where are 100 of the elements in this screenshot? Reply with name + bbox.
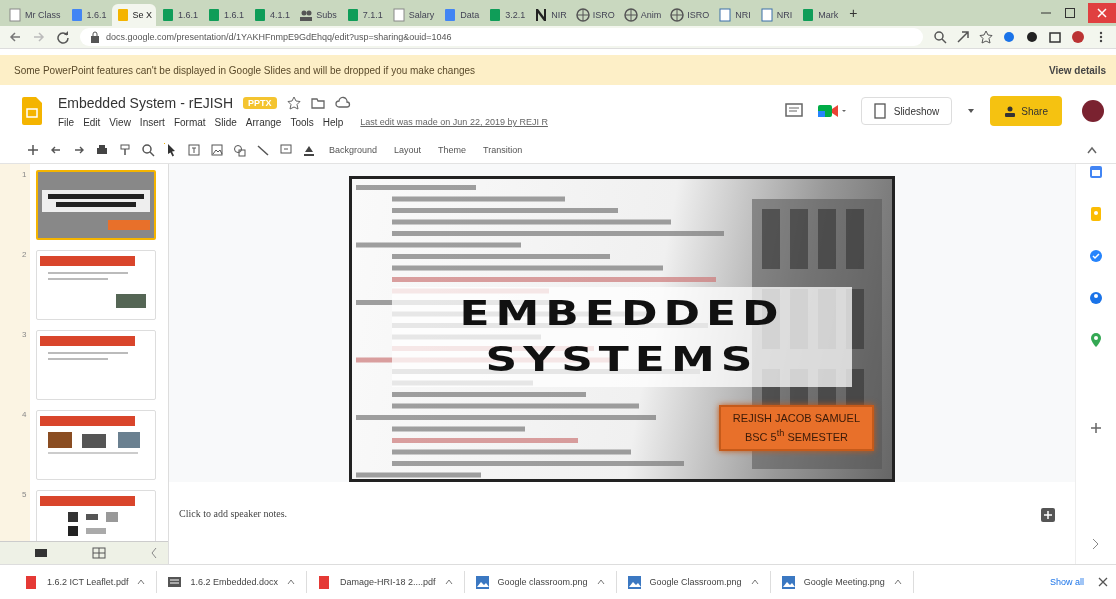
browser-tab[interactable]: Subs <box>295 4 341 26</box>
slide-thumbnail[interactable] <box>36 250 156 320</box>
speaker-notes-field[interactable]: Click to add speaker notes. <box>179 508 288 519</box>
browser-tab[interactable]: 1.6.1 <box>157 4 203 26</box>
text-box-icon[interactable] <box>187 143 201 157</box>
browser-tab[interactable]: NIR <box>530 4 571 26</box>
download-item[interactable]: 1.6.2 Embedded.docx <box>157 571 307 593</box>
browser-tab[interactable]: Mr Class <box>4 4 65 26</box>
menu-item[interactable]: View <box>109 116 131 128</box>
chevron-up-icon[interactable] <box>285 577 296 587</box>
comment-icon[interactable] <box>784 103 803 119</box>
address-field[interactable]: docs.google.com/presentation/d/1YAKHFnmpE9GdEhqq/edit?usp=sharing&ouid=1046 <box>80 28 923 46</box>
browser-tab[interactable]: 4.1.1 <box>249 4 295 26</box>
slideshow-button[interactable]: Slideshow <box>860 97 953 125</box>
spreadsheet-icon <box>207 8 222 22</box>
browser-tab[interactable]: Data <box>439 4 484 26</box>
shape-icon[interactable] <box>233 143 247 157</box>
tab-title: 1.6.1 <box>178 10 199 20</box>
reload-icon[interactable] <box>56 30 70 44</box>
download-item[interactable]: 1.6.2 ICT Leaflet.pdf <box>14 571 158 593</box>
pdf-file-icon <box>316 574 332 590</box>
download-item[interactable]: Damage-HRI-18 2....pdf <box>306 571 465 593</box>
browser-tab[interactable]: 1.6.1 <box>65 4 111 26</box>
menu-item[interactable]: File <box>58 116 75 128</box>
close-button[interactable] <box>1088 3 1116 23</box>
file-name: Google Meeting.png <box>803 577 885 587</box>
last-edit-link[interactable]: Last edit was made on Jun 22, 2019 by REJI R <box>360 117 548 127</box>
document-title[interactable]: Embedded System - rEJISH <box>58 94 234 111</box>
close-icon[interactable] <box>1098 577 1108 587</box>
menu-item[interactable]: Help <box>322 116 344 128</box>
chevron-up-icon[interactable] <box>749 577 760 587</box>
share-button[interactable]: Share <box>990 96 1062 126</box>
menu-item[interactable]: Tools <box>290 116 314 128</box>
browser-tab[interactable]: Salary <box>387 4 439 26</box>
menu-item[interactable]: Slide <box>214 116 237 128</box>
star-icon[interactable] <box>979 30 993 44</box>
browser-tab[interactable]: Mark <box>797 4 843 26</box>
search-icon[interactable] <box>933 30 947 44</box>
browser-tab[interactable]: ISRO <box>571 4 619 26</box>
toolbar-button[interactable]: Theme <box>434 145 471 155</box>
collapse-icon[interactable] <box>1086 145 1098 155</box>
avatar-icon[interactable] <box>1071 30 1085 44</box>
tab-title: ISRO <box>592 10 615 20</box>
new-tab-button[interactable]: + <box>843 5 864 21</box>
browser-tab[interactable]: ISRO <box>666 4 714 26</box>
spreadsheet-icon <box>801 8 816 22</box>
browser-tab[interactable]: 1.6.1 <box>203 4 249 26</box>
menu-item[interactable]: Format <box>173 116 206 128</box>
collapse-panel-icon[interactable] <box>150 547 158 559</box>
slide-thumbnail[interactable] <box>36 410 156 480</box>
toolbar-button[interactable]: Background <box>325 145 382 155</box>
browser-tab[interactable]: Anim <box>619 4 666 26</box>
slide-thumbnail[interactable] <box>36 490 156 541</box>
image-icon[interactable] <box>210 143 224 157</box>
video-call-icon[interactable] <box>816 103 847 119</box>
add-icon[interactable] <box>26 143 40 157</box>
globe-icon <box>670 8 685 22</box>
chevron-up-icon[interactable] <box>136 577 147 587</box>
view-details-link[interactable]: View details <box>1048 64 1106 76</box>
folder-icon[interactable] <box>310 95 325 110</box>
browser-tab[interactable]: 7.1.1 <box>341 4 387 26</box>
download-item[interactable]: Google Meeting.png <box>770 571 914 593</box>
browser-tab[interactable]: 3.2.1 <box>484 4 530 26</box>
tab-title: NRI <box>776 10 793 20</box>
zoom-icon[interactable] <box>141 143 155 157</box>
spreadsheet-icon <box>161 8 176 22</box>
slide-thumbnail[interactable] <box>36 330 156 400</box>
paint-format-icon[interactable] <box>118 143 132 157</box>
browser-tab[interactable]: NRI <box>714 4 755 26</box>
print-icon[interactable] <box>95 143 109 157</box>
chevron-up-icon[interactable] <box>443 577 454 587</box>
show-all-button[interactable]: Show all <box>1043 576 1090 588</box>
share-icon[interactable] <box>956 30 970 44</box>
back-icon[interactable] <box>8 30 22 44</box>
people-icon <box>299 8 314 22</box>
browser-tab[interactable]: NRI <box>755 4 797 26</box>
calendar-icon[interactable] <box>1088 164 1104 180</box>
maximize-icon[interactable] <box>1064 7 1076 19</box>
chevron-up-icon[interactable] <box>892 577 903 587</box>
chevron-up-icon[interactable] <box>595 577 606 587</box>
slide-thumbnail[interactable] <box>36 170 156 240</box>
browser-tab[interactable]: Se X <box>111 4 157 26</box>
menu-item[interactable]: Edit <box>83 116 101 128</box>
filmstrip-view-icon[interactable] <box>34 547 48 559</box>
grid-view-icon[interactable] <box>92 547 106 559</box>
tab-title: Salary <box>408 10 435 20</box>
menu-item[interactable]: Insert <box>139 116 165 128</box>
add-icon[interactable] <box>1088 420 1104 436</box>
toolbar-button[interactable]: Transition <box>479 145 527 155</box>
map-pin-icon[interactable] <box>1088 332 1104 348</box>
download-item[interactable]: Google Classroom.png <box>616 571 771 593</box>
star-icon[interactable] <box>286 95 301 110</box>
menu-item[interactable]: Arrange <box>245 116 282 128</box>
download-item[interactable]: Google classroom.png <box>464 571 617 593</box>
tasks-icon[interactable] <box>1088 248 1104 264</box>
cloud-icon[interactable] <box>334 95 351 110</box>
line-icon[interactable] <box>256 143 270 157</box>
toolbar-button[interactable]: Layout <box>390 145 426 155</box>
document-icon <box>391 8 406 22</box>
avatar[interactable] <box>1082 100 1104 122</box>
